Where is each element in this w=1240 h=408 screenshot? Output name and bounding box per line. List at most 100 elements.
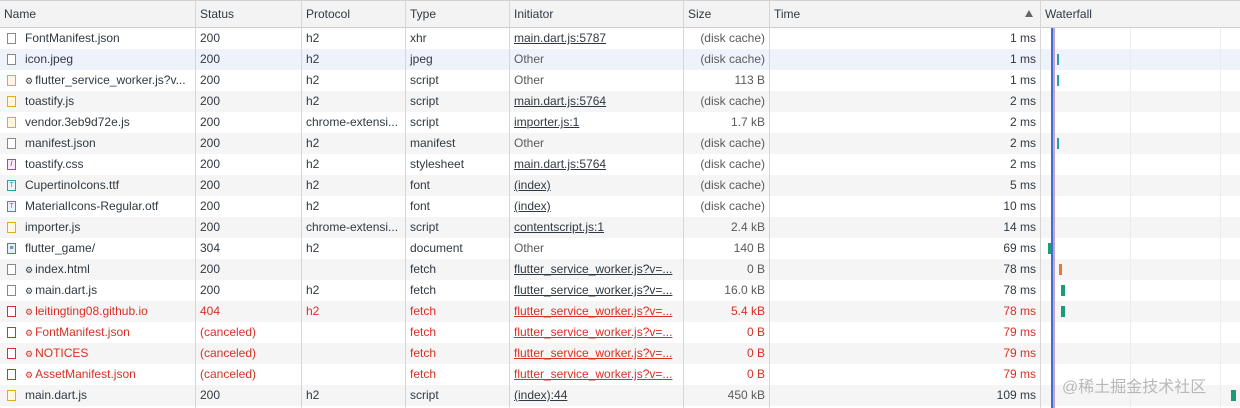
initiator-link[interactable]: main.dart.js:5764 [510, 91, 683, 112]
initiator-link[interactable]: flutter_service_worker.js?v=... [510, 343, 683, 364]
size-cell: (disk cache) [700, 52, 765, 66]
type-cell: fetch [410, 367, 437, 381]
size-cell: 140 B [733, 241, 765, 255]
request-name-text: main.dart.js [35, 283, 98, 297]
initiator-link[interactable]: main.dart.js:5787 [510, 28, 683, 49]
size-cell: (disk cache) [700, 199, 765, 213]
request-name-text: FontManifest.json [35, 325, 130, 339]
initiator-link[interactable]: flutter_service_worker.js?v=... [510, 322, 683, 343]
protocol-cell: h2 [306, 241, 320, 255]
column-header-time[interactable]: Time [770, 1, 1040, 28]
column-header-size[interactable]: Size [684, 1, 769, 28]
type-cell: font [410, 199, 431, 213]
size-cell: 16.0 kB [724, 283, 765, 297]
request-name-text: flutter_game/ [25, 241, 96, 255]
initiator-link[interactable]: contentscript.js:1 [510, 217, 683, 238]
column-header-protocol[interactable]: Protocol [302, 1, 405, 28]
service-worker-gear-icon: ⚙ [25, 328, 34, 338]
size-cell: (disk cache) [700, 94, 765, 108]
request-name: ⚙ NOTICES [21, 343, 195, 364]
protocol-cell [302, 364, 405, 385]
type-cell: script [410, 115, 439, 129]
document-file-icon [7, 138, 16, 149]
waterfall-bar [1061, 285, 1065, 296]
request-name-text: MaterialIcons-Regular.otf [25, 199, 159, 213]
type-cell: fetch [410, 304, 437, 318]
time-cell: 79 ms [1003, 346, 1036, 360]
protocol-cell: h2 [306, 73, 320, 87]
column-divider [1040, 0, 1041, 408]
column-header-waterfall[interactable]: Waterfall [1041, 1, 1240, 28]
protocol-cell: h2 [306, 178, 320, 192]
request-name: ⚙ AssetManifest.json [21, 364, 195, 385]
waterfall-bar [1057, 75, 1059, 86]
initiator-link[interactable]: main.dart.js:5764 [510, 154, 683, 175]
protocol-cell [302, 343, 405, 364]
service-worker-gear-icon: ⚙ [25, 286, 34, 296]
request-name-text: AssetManifest.json [35, 367, 136, 381]
column-header-initiator[interactable]: Initiator [510, 1, 683, 28]
font-file-icon: T [7, 201, 16, 212]
initiator-cell: Other [514, 136, 545, 150]
size-cell: 1.7 kB [730, 115, 765, 129]
status-cell: 200 [200, 178, 221, 192]
stylesheet-file-icon: / [7, 159, 16, 170]
request-name: importer.js [21, 217, 195, 238]
request-name: flutter_game/ [21, 238, 195, 259]
waterfall-bar [1057, 54, 1059, 65]
document-file-icon [7, 33, 16, 44]
request-name: ⚙ flutter_service_worker.js?v... [21, 70, 195, 91]
size-cell: (disk cache) [700, 178, 765, 192]
column-divider [405, 0, 406, 408]
error-file-icon [7, 327, 16, 338]
type-cell: script [410, 220, 439, 234]
status-cell: 200 [200, 94, 221, 108]
load-event-line [1053, 28, 1055, 408]
request-name-text: index.html [35, 262, 90, 276]
initiator-link[interactable]: (index) [510, 196, 683, 217]
initiator-link[interactable]: importer.js:1 [510, 112, 683, 133]
waterfall-gridline [1130, 28, 1131, 408]
status-cell: 200 [200, 157, 221, 171]
protocol-cell: chrome-extensi... [306, 220, 399, 234]
initiator-link[interactable]: (index) [510, 175, 683, 196]
request-name: toastify.js [21, 91, 195, 112]
request-name: toastify.css [21, 154, 195, 175]
column-header-type[interactable]: Type [406, 1, 509, 28]
column-header-row: Name Status Protocol Type Initiator Size… [0, 0, 1240, 28]
request-name: ⚙ FontManifest.json [21, 322, 195, 343]
request-name-text: icon.jpeg [25, 52, 74, 66]
size-cell: 0 B [746, 346, 765, 360]
request-name-text: toastify.css [25, 157, 84, 171]
service-worker-gear-icon: ⚙ [25, 370, 34, 380]
watermark-text: @稀土掘金技术社区 [1062, 379, 1207, 396]
size-cell: 2.4 kB [730, 220, 765, 234]
request-name: main.dart.js [21, 385, 195, 406]
request-name-text: vendor.3eb9d72e.js [25, 115, 130, 129]
script-file-icon [7, 222, 16, 233]
status-cell: (canceled) [200, 367, 257, 381]
time-cell: 1 ms [1009, 73, 1036, 87]
script-file-icon [7, 75, 16, 86]
size-cell: (disk cache) [700, 136, 765, 150]
request-name: CupertinoIcons.ttf [21, 175, 195, 196]
waterfall-bar [1057, 138, 1059, 149]
type-cell: script [410, 388, 439, 402]
size-cell: 0 B [746, 262, 765, 276]
column-header-status[interactable]: Status [196, 1, 301, 28]
service-worker-gear-icon: ⚙ [25, 76, 34, 86]
initiator-link[interactable]: flutter_service_worker.js?v=... [510, 259, 683, 280]
time-cell: 78 ms [1003, 262, 1036, 276]
protocol-cell: h2 [306, 283, 320, 297]
protocol-cell: h2 [306, 52, 320, 66]
time-cell: 69 ms [1003, 241, 1036, 255]
column-header-name[interactable]: Name [0, 1, 195, 28]
protocol-cell [302, 322, 405, 343]
time-cell: 2 ms [1009, 115, 1036, 129]
request-name: icon.jpeg [21, 49, 195, 70]
initiator-link[interactable]: flutter_service_worker.js?v=... [510, 364, 683, 385]
column-divider [683, 0, 684, 408]
initiator-link[interactable]: flutter_service_worker.js?v=... [510, 280, 683, 301]
initiator-link[interactable]: (index):44 [510, 385, 683, 406]
initiator-link[interactable]: flutter_service_worker.js?v=... [510, 301, 683, 322]
